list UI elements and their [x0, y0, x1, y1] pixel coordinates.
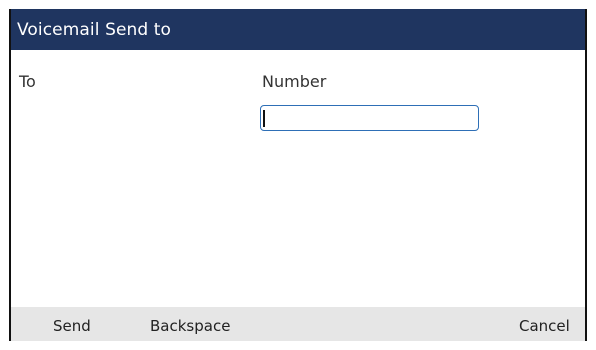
title-bar: Voicemail Send to	[9, 9, 587, 50]
screen-border-right	[585, 9, 587, 341]
page-title: Voicemail Send to	[17, 20, 172, 40]
text-caret	[263, 110, 265, 127]
cancel-button[interactable]: Cancel	[519, 316, 570, 336]
backspace-button[interactable]: Backspace	[150, 316, 230, 336]
screen-border-left	[9, 9, 11, 341]
phone-screen: Voicemail Send to To Number Send Backspa…	[9, 9, 587, 341]
to-label: To	[19, 72, 36, 91]
number-input[interactable]	[260, 105, 479, 131]
number-label: Number	[262, 72, 327, 91]
softkey-bar: Send Backspace Cancel	[9, 307, 587, 341]
send-button[interactable]: Send	[53, 316, 91, 336]
